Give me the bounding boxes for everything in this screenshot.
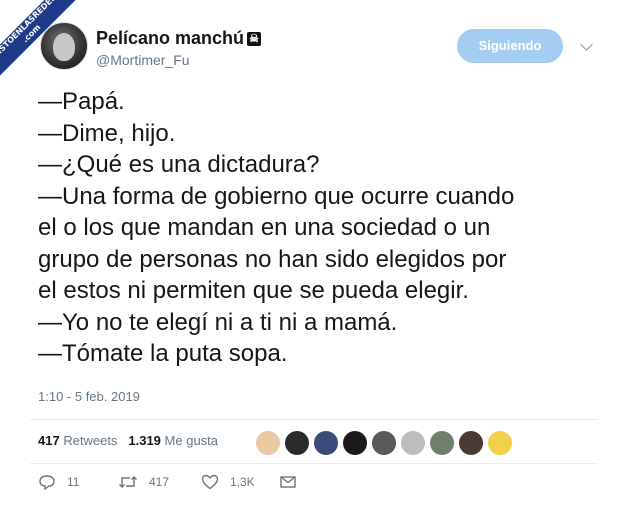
avatar-face [53,33,75,61]
tweet-line: —¿Qué es una dictadura? [38,151,320,178]
chevron-down-icon[interactable] [580,38,593,51]
tweet-line: —Tómate la puta sopa. [38,340,288,367]
tweet-text: —Papá. —Dime, hijo. —¿Qué es una dictadu… [38,86,618,370]
liker-avatar[interactable] [487,430,513,456]
retweets-label[interactable]: Retweets [63,433,117,448]
reply-action[interactable]: 11 [38,474,79,490]
tweet-line: el estos ni permiten que se pueda elegir… [38,277,469,304]
liker-avatar[interactable] [284,430,310,456]
like-count: 1,3K [230,475,255,489]
tweet-line: —Papá. [38,88,125,115]
message-action[interactable] [279,474,308,490]
tweet-line: —Dime, hijo. [38,119,176,147]
heart-icon [201,474,219,490]
liker-avatar[interactable] [255,430,281,456]
following-button[interactable]: Siguiendo [457,29,563,63]
retweet-icon [119,476,137,488]
liker-avatar[interactable] [371,430,397,456]
avatar[interactable] [40,22,88,70]
tweet-line: —Yo no te elegí ni a ti ni a mamá. [38,308,398,336]
likes-count[interactable]: 1.319 [128,433,161,448]
display-name-text: Pelícano manchú [96,28,245,48]
reply-icon [39,475,55,490]
retweet-count: 417 [149,475,170,489]
liker-avatar[interactable] [313,430,339,456]
liker-avatar[interactable] [429,430,455,456]
divider [30,419,598,420]
liker-avatar[interactable] [458,430,484,456]
liker-avatar[interactable] [400,430,426,456]
divider [30,463,598,464]
retweets-count[interactable]: 417 [38,433,60,448]
like-action[interactable]: 1,3K [201,474,255,490]
envelope-icon [280,476,296,488]
reply-count: 11 [67,475,80,489]
tweet-line: grupo de personas no han sido elegidos p… [38,245,507,273]
liker-avatar[interactable] [342,430,368,456]
skull-icon: ☠ [247,32,262,47]
tweet-line: —Una forma de gobierno que ocurre cuando [38,182,515,210]
display-name[interactable]: Pelícano manchú ☠ [96,28,262,49]
retweet-action[interactable]: 417 [118,474,169,490]
timestamp[interactable]: 1:10 - 5 feb. 2019 [38,389,140,404]
tweet-line: el o los que mandan en una sociedad o un [38,214,491,241]
likes-label[interactable]: Me gusta [165,433,218,448]
user-handle[interactable]: @Mortimer_Fu [96,52,190,68]
engagement-stats: 417 Retweets 1.319 Me gusta [38,433,218,448]
